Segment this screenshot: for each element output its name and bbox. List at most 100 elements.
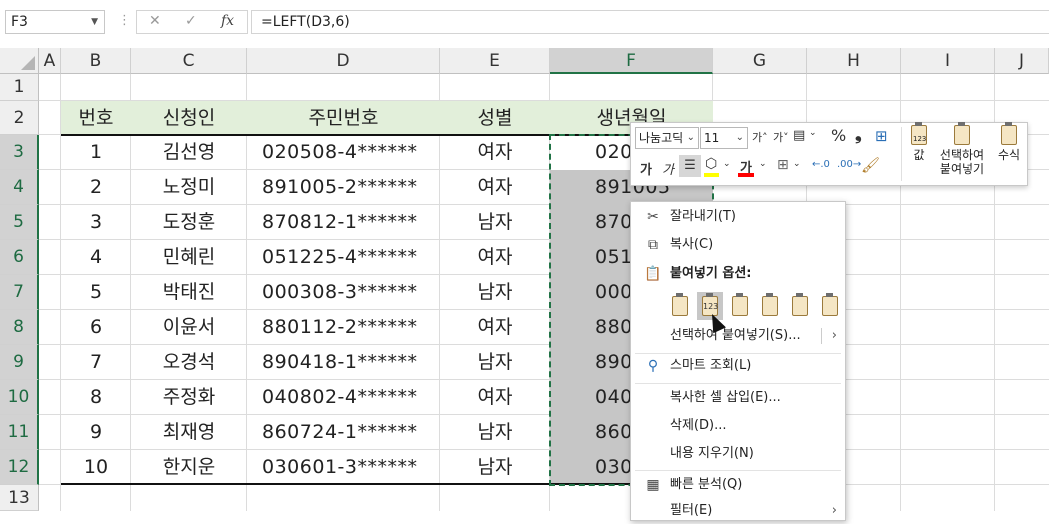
table-cell[interactable]: 890418-1****** — [247, 345, 440, 380]
format-table-icon[interactable]: ⊞ — [875, 127, 888, 145]
worksheet-grid[interactable]: A B C D E F G H I J 1 2 3 4 5 6 7 8 9 10… — [0, 46, 1049, 511]
table-cell[interactable]: 오경석 — [131, 345, 247, 380]
accounting-format-icon[interactable]: ▤ — [793, 128, 805, 143]
column-header-h[interactable]: H — [807, 48, 901, 74]
decrease-decimal-icon[interactable]: .00→ — [837, 159, 861, 170]
table-cell[interactable]: 7 — [61, 345, 131, 380]
paste-values-button[interactable]: 123 값 — [905, 122, 933, 162]
shrink-font-icon[interactable]: 가˅ — [773, 129, 789, 145]
menu-item-clear-contents[interactable]: 내용 지우기(N) — [631, 441, 845, 467]
column-header-d[interactable]: D — [247, 48, 440, 74]
paste-formulas-option[interactable] — [727, 292, 753, 320]
row-header-6[interactable]: 6 — [0, 240, 39, 275]
table-cell[interactable]: 030601-3****** — [247, 450, 440, 485]
chevron-down-icon[interactable]: ⌄ — [759, 159, 767, 169]
table-cell[interactable]: 여자 — [440, 240, 550, 275]
table-cell[interactable]: 여자 — [440, 170, 550, 205]
row-header-10[interactable]: 10 — [0, 380, 39, 415]
column-header-a[interactable]: A — [39, 48, 61, 74]
column-header-i[interactable]: I — [901, 48, 995, 74]
table-cell[interactable]: 051225-4****** — [247, 240, 440, 275]
table-cell[interactable]: 남자 — [440, 450, 550, 485]
table-cell[interactable]: 8 — [61, 380, 131, 415]
table-cell[interactable]: 주정화 — [131, 380, 247, 415]
paste-formatting-option[interactable] — [787, 292, 813, 320]
row-header-12[interactable]: 12 — [0, 450, 39, 485]
chevron-down-icon[interactable]: ⌄ — [809, 128, 817, 138]
table-cell[interactable]: 김선영 — [131, 135, 247, 170]
table-cell[interactable]: 000308-3****** — [247, 275, 440, 310]
table-cell[interactable]: 4 — [61, 240, 131, 275]
menu-item-cut[interactable]: ✂ 잘라내기(T) — [631, 204, 845, 230]
table-cell[interactable]: 여자 — [440, 310, 550, 345]
table-cell[interactable]: 870812-1****** — [247, 205, 440, 240]
table-cell[interactable]: 여자 — [440, 380, 550, 415]
header-cell-applicant[interactable]: 신청인 — [131, 101, 247, 135]
table-cell[interactable]: 9 — [61, 415, 131, 450]
header-cell-gender[interactable]: 성별 — [440, 101, 550, 135]
font-size-box[interactable]: 11 ⌄ — [700, 127, 748, 149]
font-name-box[interactable]: 나눔고딕 ⌄ — [635, 127, 699, 149]
increase-decimal-icon[interactable]: ←.0 — [812, 159, 830, 170]
table-cell[interactable]: 860724-1****** — [247, 415, 440, 450]
table-cell[interactable]: 1 — [61, 135, 131, 170]
paste-transpose-option[interactable] — [757, 292, 783, 320]
column-header-g[interactable]: G — [713, 48, 807, 74]
row-header-5[interactable]: 5 — [0, 205, 39, 240]
paste-button[interactable] — [667, 292, 693, 320]
header-cell-number[interactable]: 번호 — [61, 101, 131, 135]
name-box[interactable]: F3 ▼ — [5, 10, 105, 34]
select-all-button[interactable] — [0, 48, 39, 74]
paste-formula-button[interactable]: 수식 — [993, 122, 1025, 162]
insert-function-icon[interactable]: fx — [221, 13, 234, 29]
table-cell[interactable]: 남자 — [440, 345, 550, 380]
row-header-3[interactable]: 3 — [0, 135, 39, 170]
chevron-right-icon[interactable]: › — [832, 498, 837, 524]
formula-input[interactable]: =LEFT(D3,6) — [251, 10, 1049, 34]
table-cell[interactable]: 노정미 — [131, 170, 247, 205]
table-cell[interactable]: 5 — [61, 275, 131, 310]
paste-special-button[interactable]: 선택하여 붙여넣기 — [935, 122, 989, 176]
grow-font-icon[interactable]: 가˄ — [752, 129, 768, 145]
drag-handle-icon[interactable]: ⋮ — [118, 13, 131, 28]
table-cell[interactable]: 040802-4****** — [247, 380, 440, 415]
row-header-4[interactable]: 4 — [0, 170, 39, 205]
chevron-down-icon[interactable]: ⌄ — [736, 128, 744, 148]
table-cell[interactable]: 6 — [61, 310, 131, 345]
menu-item-insert-copied-cells[interactable]: 복사한 셀 삽입(E)... — [631, 385, 845, 411]
paste-link-option[interactable] — [817, 292, 843, 320]
menu-item-paste-special[interactable]: 선택하여 붙여넣기(S)... › — [631, 323, 845, 349]
row-header-2[interactable]: 2 — [0, 101, 39, 135]
table-cell[interactable]: 남자 — [440, 275, 550, 310]
table-cell[interactable]: 3 — [61, 205, 131, 240]
enter-icon[interactable]: ✓ — [185, 13, 197, 29]
comma-style-icon[interactable]: ❟ — [855, 125, 862, 145]
chevron-down-icon[interactable]: ⌄ — [793, 159, 801, 169]
row-header-7[interactable]: 7 — [0, 275, 39, 310]
percent-icon[interactable]: % — [831, 126, 846, 145]
row-header-1[interactable]: 1 — [0, 74, 39, 101]
table-cell[interactable]: 한지운 — [131, 450, 247, 485]
table-cell[interactable]: 10 — [61, 450, 131, 485]
table-cell[interactable]: 최재영 — [131, 415, 247, 450]
row-header-9[interactable]: 9 — [0, 345, 39, 380]
italic-icon[interactable]: 가 — [662, 159, 674, 178]
table-cell[interactable]: 여자 — [440, 135, 550, 170]
menu-item-filter[interactable]: 필터(E) › — [631, 498, 845, 524]
table-cell[interactable]: 880112-2****** — [247, 310, 440, 345]
fill-color-icon[interactable]: ⬡ — [705, 156, 717, 172]
format-painter-icon[interactable]: 🖌 — [861, 156, 880, 174]
table-cell[interactable]: 도정훈 — [131, 205, 247, 240]
column-header-f[interactable]: F — [550, 48, 713, 74]
row-header-13[interactable]: 13 — [0, 485, 39, 511]
chevron-down-icon[interactable]: ⌄ — [723, 159, 731, 169]
chevron-right-icon[interactable]: › — [832, 323, 837, 349]
header-cell-id-number[interactable]: 주민번호 — [247, 101, 440, 135]
column-header-j[interactable]: J — [995, 48, 1049, 74]
menu-item-smart-lookup[interactable]: ⚲ 스마트 조회(L) — [631, 353, 845, 379]
table-cell[interactable]: 020508-4****** — [247, 135, 440, 170]
table-cell[interactable]: 891005-2****** — [247, 170, 440, 205]
align-center-icon[interactable]: ☰ — [679, 155, 701, 177]
column-header-b[interactable]: B — [61, 48, 131, 74]
column-header-e[interactable]: E — [440, 48, 550, 74]
